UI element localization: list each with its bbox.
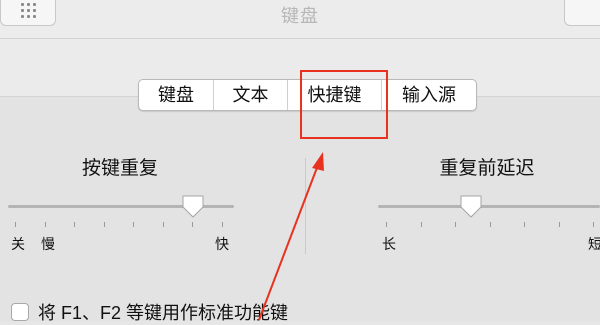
repeat-delay-slider-thumb[interactable] bbox=[459, 194, 483, 220]
repeat-delay-tick bbox=[490, 222, 491, 227]
repeat-delay-label-long: 长 bbox=[382, 236, 396, 252]
repeat-delay-tick bbox=[559, 222, 560, 227]
annotation-highlight-box bbox=[300, 70, 388, 139]
key-repeat-title: 按键重复 bbox=[81, 158, 158, 179]
section-divider bbox=[305, 158, 306, 254]
fn-keys-checkbox[interactable] bbox=[11, 303, 29, 321]
key-repeat-label-slow: 慢 bbox=[41, 236, 55, 252]
title-bar: 键盘 bbox=[0, 0, 600, 39]
repeat-delay-track[interactable] bbox=[378, 205, 600, 208]
repeat-delay-tick bbox=[524, 222, 525, 227]
key-repeat-label-fast: 快 bbox=[215, 236, 229, 252]
fn-keys-label: 将 F1、F2 等键用作标准功能键 bbox=[38, 303, 289, 323]
search-field[interactable] bbox=[564, 0, 600, 26]
tab-text[interactable]: 文本 bbox=[214, 80, 288, 110]
repeat-delay-tick bbox=[455, 222, 456, 227]
repeat-delay-tick bbox=[593, 222, 594, 227]
key-repeat-tick bbox=[192, 222, 193, 227]
repeat-delay-tick bbox=[421, 222, 422, 227]
key-repeat-tick bbox=[104, 222, 105, 227]
tab-keyboard[interactable]: 键盘 bbox=[139, 80, 214, 110]
key-repeat-slider-thumb[interactable] bbox=[181, 194, 205, 220]
repeat-delay-title: 重复前延迟 bbox=[439, 158, 535, 179]
key-repeat-tick bbox=[163, 222, 164, 227]
key-repeat-label-off: 关 bbox=[11, 236, 25, 252]
repeat-delay-label-short: 短 bbox=[588, 236, 600, 252]
tab-input-sources[interactable]: 输入源 bbox=[382, 80, 476, 110]
key-repeat-tick bbox=[133, 222, 134, 227]
key-repeat-tick bbox=[222, 222, 223, 227]
key-repeat-tick bbox=[15, 222, 16, 227]
window-title: 键盘 bbox=[281, 6, 319, 26]
key-repeat-tick bbox=[74, 222, 75, 227]
key-repeat-tick bbox=[45, 222, 46, 227]
repeat-delay-tick bbox=[386, 222, 387, 227]
